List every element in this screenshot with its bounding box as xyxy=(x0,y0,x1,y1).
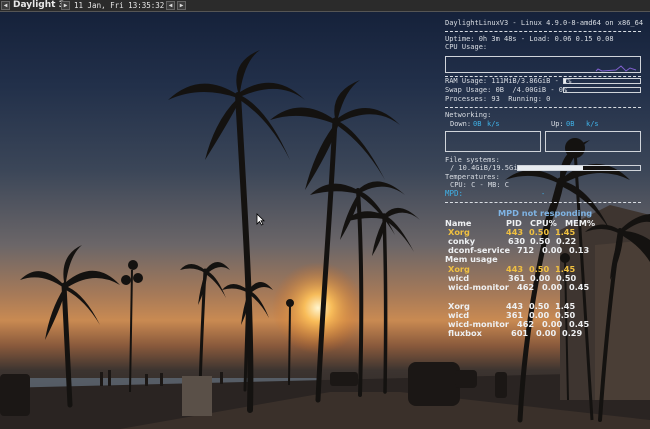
swap-bar xyxy=(563,87,641,93)
divider xyxy=(445,107,641,108)
down-unit: k/s xyxy=(487,120,500,128)
ram-bar xyxy=(563,78,641,84)
process-mem: 0.45 xyxy=(569,282,590,292)
process-mem: 0.29 xyxy=(562,328,583,338)
upload-graph xyxy=(545,131,641,152)
window-next-button[interactable]: ▶ xyxy=(177,1,186,10)
process-pid: 462 xyxy=(517,282,535,292)
process-pid: 712 xyxy=(517,245,535,255)
host-line: DaylightLinuxV3 - Linux 4.9.0-8-amd64 on… xyxy=(445,19,644,27)
divider xyxy=(445,31,641,32)
workspace-prev-button[interactable]: ◀ xyxy=(1,1,10,10)
process-cpu: 0.00 xyxy=(542,282,563,292)
mpd-label: MPD: xyxy=(445,189,464,198)
down-label: Down: xyxy=(450,120,472,128)
down-value: 0B xyxy=(473,120,482,128)
fs-bar xyxy=(517,165,641,171)
mouse-pointer-icon xyxy=(256,213,265,226)
networking-label: Networking: xyxy=(445,111,492,119)
ram-bar-fill xyxy=(564,79,566,83)
cpu-graph xyxy=(445,56,641,73)
window-prev-button[interactable]: ◀ xyxy=(166,1,175,10)
process-pid: 601 xyxy=(511,328,529,338)
process-mem: 0.13 xyxy=(569,245,590,255)
process-cpu: 0.00 xyxy=(536,328,557,338)
up-value: 0B xyxy=(566,120,575,128)
mem-usage-title: Mem usage xyxy=(445,254,498,264)
fs-bar-fill xyxy=(518,166,583,170)
clock: 11 Jan, Fri 13:35:32 xyxy=(74,1,165,10)
mpd-status: MPD not responding xyxy=(498,208,593,218)
download-graph xyxy=(445,131,541,152)
top-toolbar: ◀ Daylight 3 ▶ 11 Jan, Fri 13:35:32 ◀ ▶ xyxy=(0,0,650,12)
swap-line: Swap Usage: 0B /4.00GiB - 0% xyxy=(445,86,568,94)
workspace-next-button[interactable]: ▶ xyxy=(61,1,70,10)
fs-line: / 10.4GiB/19.5GiB xyxy=(450,164,522,172)
up-label: Up: xyxy=(551,120,564,128)
ram-line: RAM Usage: 111MiB/3.86GiB - 2% xyxy=(445,77,572,85)
processes-line: Processes: 93 Running: 0 xyxy=(445,95,551,103)
process-name: fluxbox xyxy=(448,328,482,338)
up-unit: k/s xyxy=(586,120,599,128)
workspace-name: Daylight 3 xyxy=(13,0,65,10)
process-name: wicd-monitor xyxy=(448,282,509,292)
cpu-graph-plot xyxy=(595,65,637,72)
process-cpu: 0.00 xyxy=(542,245,563,255)
cpu-label: CPU Usage: xyxy=(445,43,488,51)
mpd-value: - xyxy=(541,190,546,198)
divider xyxy=(445,202,641,203)
